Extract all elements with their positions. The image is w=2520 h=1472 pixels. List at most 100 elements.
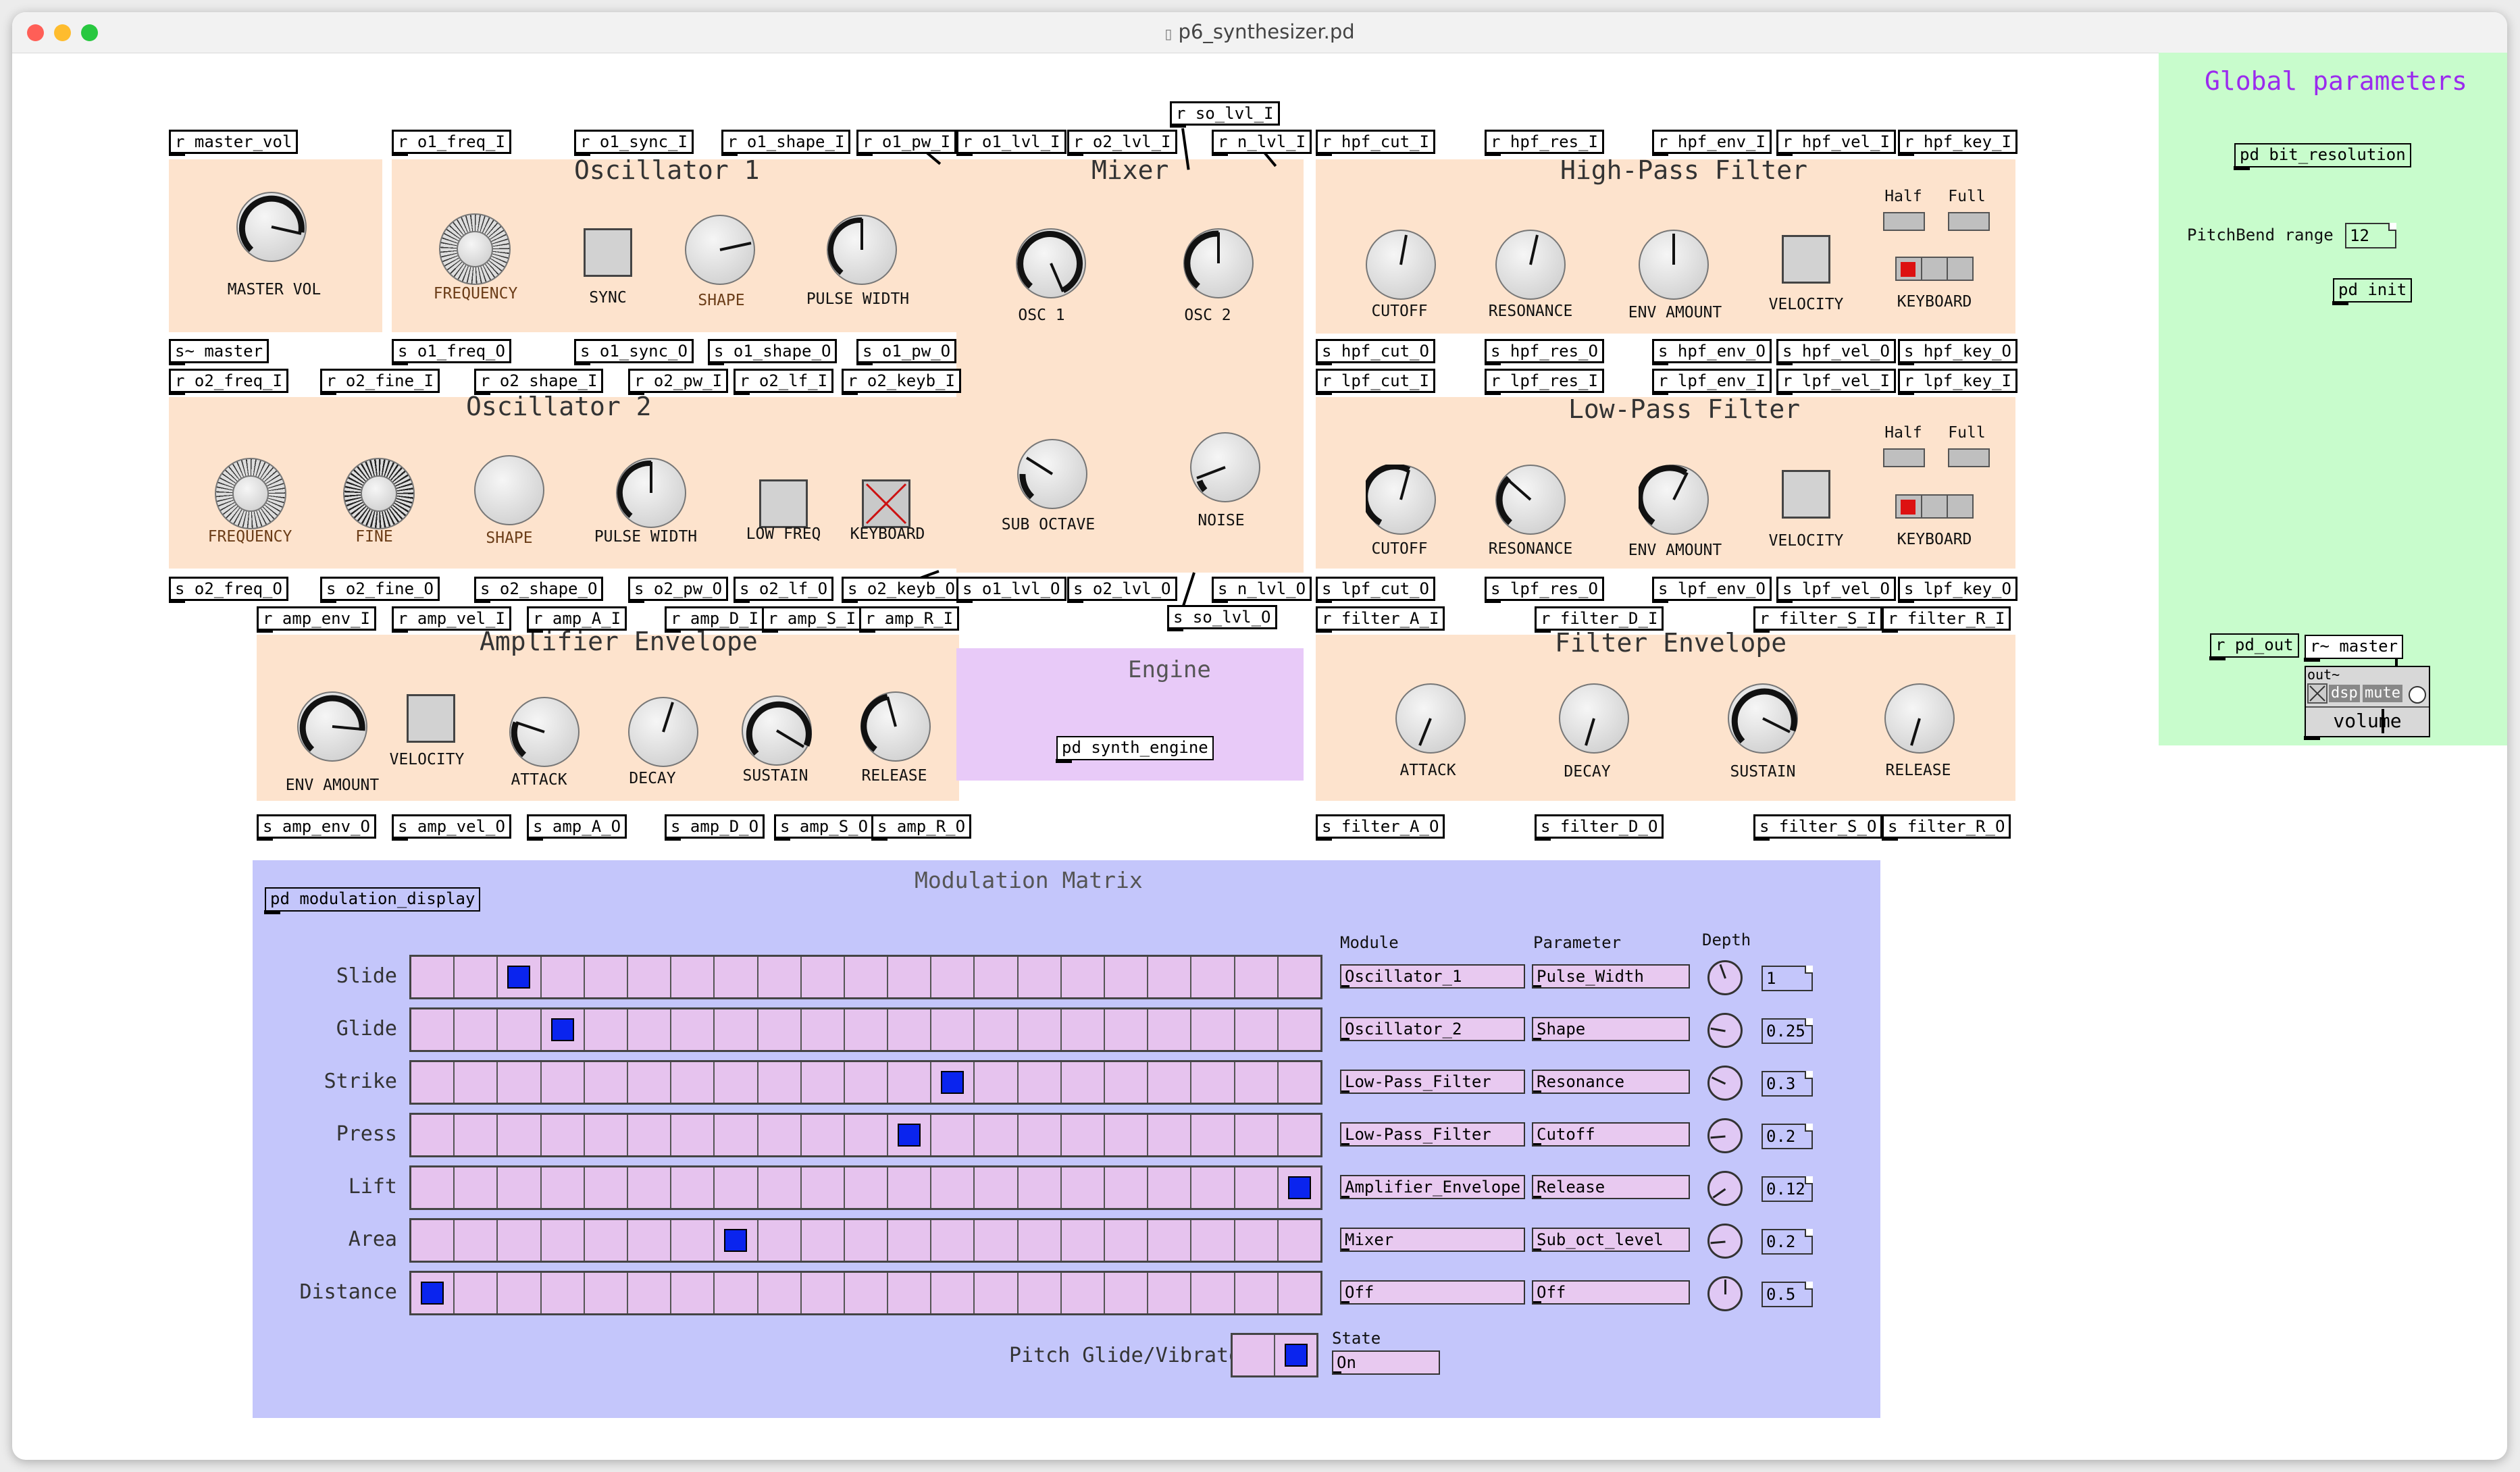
hpf-full-button[interactable] bbox=[1948, 212, 1990, 231]
amp-release-knob[interactable] bbox=[860, 691, 931, 762]
matrix-cell[interactable] bbox=[888, 1273, 932, 1313]
matrix-cell-selected[interactable] bbox=[542, 1009, 585, 1050]
matrix-cell[interactable] bbox=[1191, 1220, 1235, 1261]
matrix-cell[interactable] bbox=[585, 1167, 628, 1208]
matrix-depth-field[interactable]: 0.3 bbox=[1762, 1071, 1813, 1097]
matrix-cell[interactable] bbox=[455, 1220, 498, 1261]
matrix-cell[interactable] bbox=[975, 957, 1019, 997]
receive-hpf-cut[interactable]: r hpf_cut_I bbox=[1316, 130, 1435, 156]
lpf-velocity-toggle[interactable] bbox=[1782, 470, 1830, 519]
receive-amp-A[interactable]: r amp_A_I bbox=[527, 606, 627, 633]
matrix-cell-selected[interactable] bbox=[411, 1273, 455, 1313]
matrix-cell[interactable] bbox=[1062, 1062, 1105, 1103]
matrix-cell[interactable] bbox=[542, 1062, 585, 1103]
matrix-depth-knob[interactable] bbox=[1707, 1276, 1743, 1311]
receive-lpf-key[interactable]: r lpf_key_I bbox=[1898, 369, 2017, 395]
matrix-cell[interactable] bbox=[1279, 1009, 1320, 1050]
matrix-cell[interactable] bbox=[498, 1062, 542, 1103]
matrix-depth-field[interactable]: 0.2 bbox=[1762, 1229, 1813, 1255]
matrix-cell[interactable] bbox=[845, 1115, 889, 1155]
matrix-cell[interactable] bbox=[411, 957, 455, 997]
matrix-cell[interactable] bbox=[1191, 957, 1235, 997]
matrix-row-grid[interactable] bbox=[409, 955, 1322, 999]
matrix-cell[interactable] bbox=[628, 1273, 672, 1313]
matrix-cell[interactable] bbox=[411, 1062, 455, 1103]
matrix-cell[interactable] bbox=[845, 1273, 889, 1313]
pitch-glide-off-cell[interactable] bbox=[1233, 1335, 1275, 1375]
hpf-keyboard-radio[interactable] bbox=[1895, 257, 1974, 281]
receive-o1-pw[interactable]: r o1_pw_I bbox=[856, 130, 957, 156]
matrix-cell[interactable] bbox=[455, 1009, 498, 1050]
hpf-half-button[interactable] bbox=[1883, 212, 1925, 231]
matrix-cell[interactable] bbox=[1191, 1009, 1235, 1050]
send-amp-A[interactable]: s amp_A_O bbox=[527, 814, 627, 841]
matrix-cell[interactable] bbox=[715, 957, 758, 997]
matrix-cell[interactable] bbox=[628, 1115, 672, 1155]
matrix-cell[interactable] bbox=[628, 1062, 672, 1103]
matrix-cell[interactable] bbox=[1191, 1273, 1235, 1313]
matrix-cell[interactable] bbox=[802, 1167, 845, 1208]
receive-lpf-vel[interactable]: r lpf_vel_I bbox=[1776, 369, 1896, 395]
receive-o1-freq[interactable]: r o1_freq_I bbox=[392, 130, 511, 156]
receive-o2-freq[interactable]: r o2_freq_I bbox=[169, 369, 288, 395]
matrix-cell[interactable] bbox=[975, 1009, 1019, 1050]
receive-o2-lf[interactable]: r o2_lf_I bbox=[734, 369, 834, 395]
matrix-cell[interactable] bbox=[628, 1009, 672, 1050]
receive-hpf-vel[interactable]: r hpf_vel_I bbox=[1776, 130, 1896, 156]
matrix-cell[interactable] bbox=[542, 1273, 585, 1313]
send-o2-lvl[interactable]: s o2_lvl_O bbox=[1067, 577, 1177, 603]
matrix-cell[interactable] bbox=[671, 1009, 715, 1050]
matrix-depth-knob[interactable] bbox=[1707, 1171, 1743, 1206]
receive-master-signal[interactable]: r~ master bbox=[2303, 635, 2404, 662]
matrix-cell[interactable] bbox=[411, 1220, 455, 1261]
matrix-cell[interactable] bbox=[888, 1220, 932, 1261]
matrix-cell[interactable] bbox=[585, 1115, 628, 1155]
matrix-depth-knob[interactable] bbox=[1707, 1224, 1743, 1259]
hpf-cutoff-knob[interactable] bbox=[1366, 230, 1436, 300]
send-lpf-vel[interactable]: s lpf_vel_O bbox=[1776, 577, 1896, 603]
hpf-velocity-toggle[interactable] bbox=[1782, 235, 1830, 284]
send-lpf-res[interactable]: s lpf_res_O bbox=[1485, 577, 1604, 603]
send-amp-vel[interactable]: s amp_vel_O bbox=[392, 814, 511, 841]
send-o2-shape[interactable]: s o2_shape_O bbox=[474, 577, 604, 603]
matrix-cell[interactable] bbox=[802, 1115, 845, 1155]
receive-pd-out[interactable]: r pd_out bbox=[2209, 633, 2299, 660]
matrix-cell[interactable] bbox=[758, 957, 802, 997]
osc2-shape-knob[interactable] bbox=[474, 455, 544, 525]
matrix-cell-selected[interactable] bbox=[1279, 1167, 1320, 1208]
matrix-cell[interactable] bbox=[1019, 1062, 1062, 1103]
matrix-cell-selected[interactable] bbox=[498, 957, 542, 997]
matrix-cell[interactable] bbox=[671, 1167, 715, 1208]
matrix-cell[interactable] bbox=[758, 1273, 802, 1313]
matrix-cell[interactable] bbox=[498, 1009, 542, 1050]
matrix-depth-knob[interactable] bbox=[1707, 1066, 1743, 1101]
lpf-keyboard-radio[interactable] bbox=[1895, 494, 1974, 519]
send-o1-shape[interactable]: s o1_shape_O bbox=[708, 339, 838, 365]
matrix-cell[interactable] bbox=[1019, 1115, 1062, 1155]
matrix-row-grid[interactable] bbox=[409, 1113, 1322, 1157]
matrix-cell[interactable] bbox=[542, 957, 585, 997]
send-lpf-env[interactable]: s lpf_env_O bbox=[1652, 577, 1772, 603]
mixer-osc2-knob[interactable] bbox=[1183, 228, 1254, 298]
matrix-cell[interactable] bbox=[411, 1167, 455, 1208]
send-lpf-cut[interactable]: s lpf_cut_O bbox=[1316, 577, 1435, 603]
matrix-depth-field[interactable]: 0.25 bbox=[1762, 1018, 1813, 1044]
matrix-parameter-field[interactable]: Release bbox=[1532, 1175, 1690, 1199]
amp-sustain-knob[interactable] bbox=[742, 695, 812, 766]
matrix-cell[interactable] bbox=[628, 957, 672, 997]
receive-o2-pw[interactable]: r o2_pw_I bbox=[628, 369, 729, 395]
matrix-depth-knob[interactable] bbox=[1707, 960, 1743, 995]
matrix-cell[interactable] bbox=[671, 1220, 715, 1261]
send-o2-fine[interactable]: s o2_fine_O bbox=[320, 577, 440, 603]
matrix-depth-field[interactable]: 0.12 bbox=[1762, 1176, 1813, 1202]
osc1-shape-knob[interactable] bbox=[685, 215, 755, 285]
osc1-pulse-width-knob[interactable] bbox=[827, 215, 897, 285]
matrix-cell[interactable] bbox=[585, 1220, 628, 1261]
matrix-cell[interactable] bbox=[455, 1062, 498, 1103]
osc1-sync-toggle[interactable] bbox=[584, 228, 632, 277]
matrix-parameter-field[interactable]: Sub_oct_level bbox=[1532, 1228, 1690, 1252]
matrix-cell[interactable] bbox=[1062, 1115, 1105, 1155]
matrix-cell[interactable] bbox=[802, 1220, 845, 1261]
matrix-cell[interactable] bbox=[542, 1220, 585, 1261]
matrix-row-grid[interactable] bbox=[409, 1271, 1322, 1315]
